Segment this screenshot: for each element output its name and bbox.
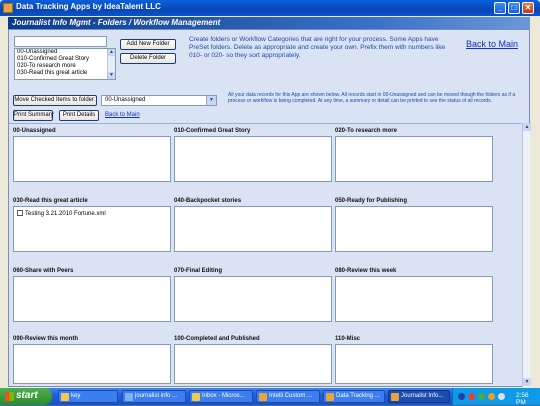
folder-panel-title: 020-To research more [335, 128, 397, 134]
mail-icon [192, 393, 200, 401]
tray-icon[interactable] [478, 393, 485, 400]
folder-panel[interactable] [13, 276, 171, 322]
taskbar-item[interactable]: Inbox - Micros... [189, 390, 253, 403]
start-button[interactable]: start [0, 388, 52, 405]
instructions-text: Create folders or Workflow Categories th… [189, 36, 446, 59]
taskbar-item-label: Data Tracking ... [336, 393, 380, 399]
scroll-up-icon[interactable]: ▲ [523, 123, 531, 131]
folder-list-item[interactable]: 010-Confirmed Great Story [15, 56, 115, 63]
clock: 2:56 PM [516, 392, 529, 406]
close-button[interactable]: ✕ [522, 2, 534, 14]
start-label: start [16, 390, 38, 401]
folder-list[interactable]: 00-Unassigned 010-Confirmed Great Story … [14, 48, 116, 80]
window-title: Data Tracking Apps by IdeaTalent LLC [16, 2, 161, 11]
folder-panel[interactable] [335, 344, 493, 384]
folder-list-scrollbar[interactable]: ▲ ▼ [107, 49, 115, 79]
folder-panel-title: 080-Review this week [335, 268, 397, 274]
page-title: Journalist Info Mgmt - Folders / Workflo… [12, 18, 221, 27]
app-icon [3, 3, 13, 13]
folder-list-item[interactable]: 00-Unassigned [15, 49, 115, 56]
app-window: Data Tracking Apps by IdeaTalent LLC _ □… [0, 0, 540, 388]
taskbar-item[interactable]: key [58, 390, 118, 403]
folder-select[interactable]: 00-Unassigned ▼ [101, 95, 217, 106]
minimize-button[interactable]: _ [494, 2, 506, 14]
system-tray: 2:56 PM [452, 388, 540, 406]
taskbar-item-label: journalist info ... [135, 393, 178, 399]
folder-panel-title: 110-Misc [335, 336, 361, 342]
tray-icon[interactable] [458, 393, 465, 400]
taskbar-item[interactable]: journalist info ... [122, 390, 186, 403]
folder-panel[interactable] [13, 136, 171, 182]
tray-icon[interactable] [468, 393, 475, 400]
taskbar-item-label: key [71, 393, 81, 399]
folder-panel[interactable] [13, 344, 171, 384]
app-icon [326, 393, 334, 401]
folder-icon [61, 393, 69, 401]
folder-name-input[interactable] [14, 36, 107, 47]
record-item[interactable]: Testing 3.21.2010 Fortune.xml [17, 210, 106, 217]
folder-panel-title: 040-Backpocket stories [174, 198, 242, 204]
folder-panel-title: 00-Unassigned [13, 128, 56, 134]
folder-panel-title: 100-Completed and Published [174, 336, 260, 342]
folder-select-value: 00-Unassigned [105, 97, 146, 103]
folder-panel[interactable] [335, 206, 493, 252]
record-checkbox[interactable] [17, 210, 23, 216]
taskbar-item-label: Intelli Custom ... [269, 393, 313, 399]
page-header: Journalist Info Mgmt - Folders / Workflo… [8, 17, 530, 29]
taskbar-item[interactable]: Intelli Custom ... [256, 390, 320, 403]
taskbar-item-label: Journalist Info... [401, 393, 444, 399]
delete-folder-button[interactable]: Delete Folder [120, 53, 176, 64]
scroll-up-icon[interactable]: ▲ [108, 49, 115, 56]
folder-panel[interactable]: Testing 3.21.2010 Fortune.xml [13, 206, 171, 252]
tray-icon[interactable] [498, 393, 505, 400]
maximize-button[interactable]: □ [508, 2, 520, 14]
folder-panel-title: 030-Read this great article [13, 198, 88, 204]
app-icon [391, 393, 399, 401]
folder-list-item[interactable]: 020-To research more [15, 63, 115, 70]
print-summary-button[interactable]: Print Summary [13, 110, 54, 121]
main-content: 00-Unassigned 010-Confirmed Great Story … [8, 29, 531, 387]
move-checked-button[interactable]: Move Checked Items to folder: [13, 95, 97, 106]
folder-panel[interactable] [335, 136, 493, 182]
folder-panel[interactable] [174, 276, 332, 322]
chevron-down-icon[interactable]: ▼ [206, 96, 216, 105]
tray-icon[interactable] [488, 393, 495, 400]
folder-panel-title: 090-Review this month [13, 336, 79, 342]
print-details-button[interactable]: Print Details [59, 110, 99, 121]
folder-panel[interactable] [174, 136, 332, 182]
taskbar-item-label: Inbox - Micros... [202, 393, 245, 399]
windows-logo-icon [5, 392, 14, 401]
scroll-down-icon[interactable]: ▼ [523, 378, 531, 386]
back-to-main-link[interactable]: Back to Main [466, 39, 518, 49]
divider [9, 123, 521, 124]
folder-panel-title: 060-Share with Peers [13, 268, 74, 274]
record-label: Testing 3.21.2010 Fortune.xml [25, 211, 106, 217]
taskbar-item[interactable]: Data Tracking ... [323, 390, 385, 403]
folder-panel[interactable] [335, 276, 493, 322]
app-icon [259, 393, 267, 401]
title-bar[interactable]: Data Tracking Apps by IdeaTalent LLC _ □… [0, 0, 540, 16]
folder-panel-title: 050-Ready for Publishing [335, 198, 408, 204]
folder-list-item[interactable]: 030-Read this great article [15, 70, 115, 77]
browser-icon [125, 393, 133, 401]
records-notice: All your data records for this App are s… [228, 92, 516, 104]
taskbar: start key journalist info ... Inbox - Mi… [0, 388, 540, 406]
folder-panel[interactable] [174, 206, 332, 252]
folder-panel-title: 070-Final Editing [174, 268, 223, 274]
taskbar-item-active[interactable]: Journalist Info... [388, 390, 450, 403]
vertical-scrollbar[interactable]: ▲ ▼ [522, 123, 531, 387]
scroll-down-icon[interactable]: ▼ [108, 72, 115, 79]
folder-panel-title: 010-Confirmed Great Story [174, 128, 251, 134]
back-to-main-link-small[interactable]: Back to Main [105, 112, 140, 118]
add-folder-button[interactable]: Add New Folder [120, 39, 176, 50]
folder-panel[interactable] [174, 344, 332, 384]
